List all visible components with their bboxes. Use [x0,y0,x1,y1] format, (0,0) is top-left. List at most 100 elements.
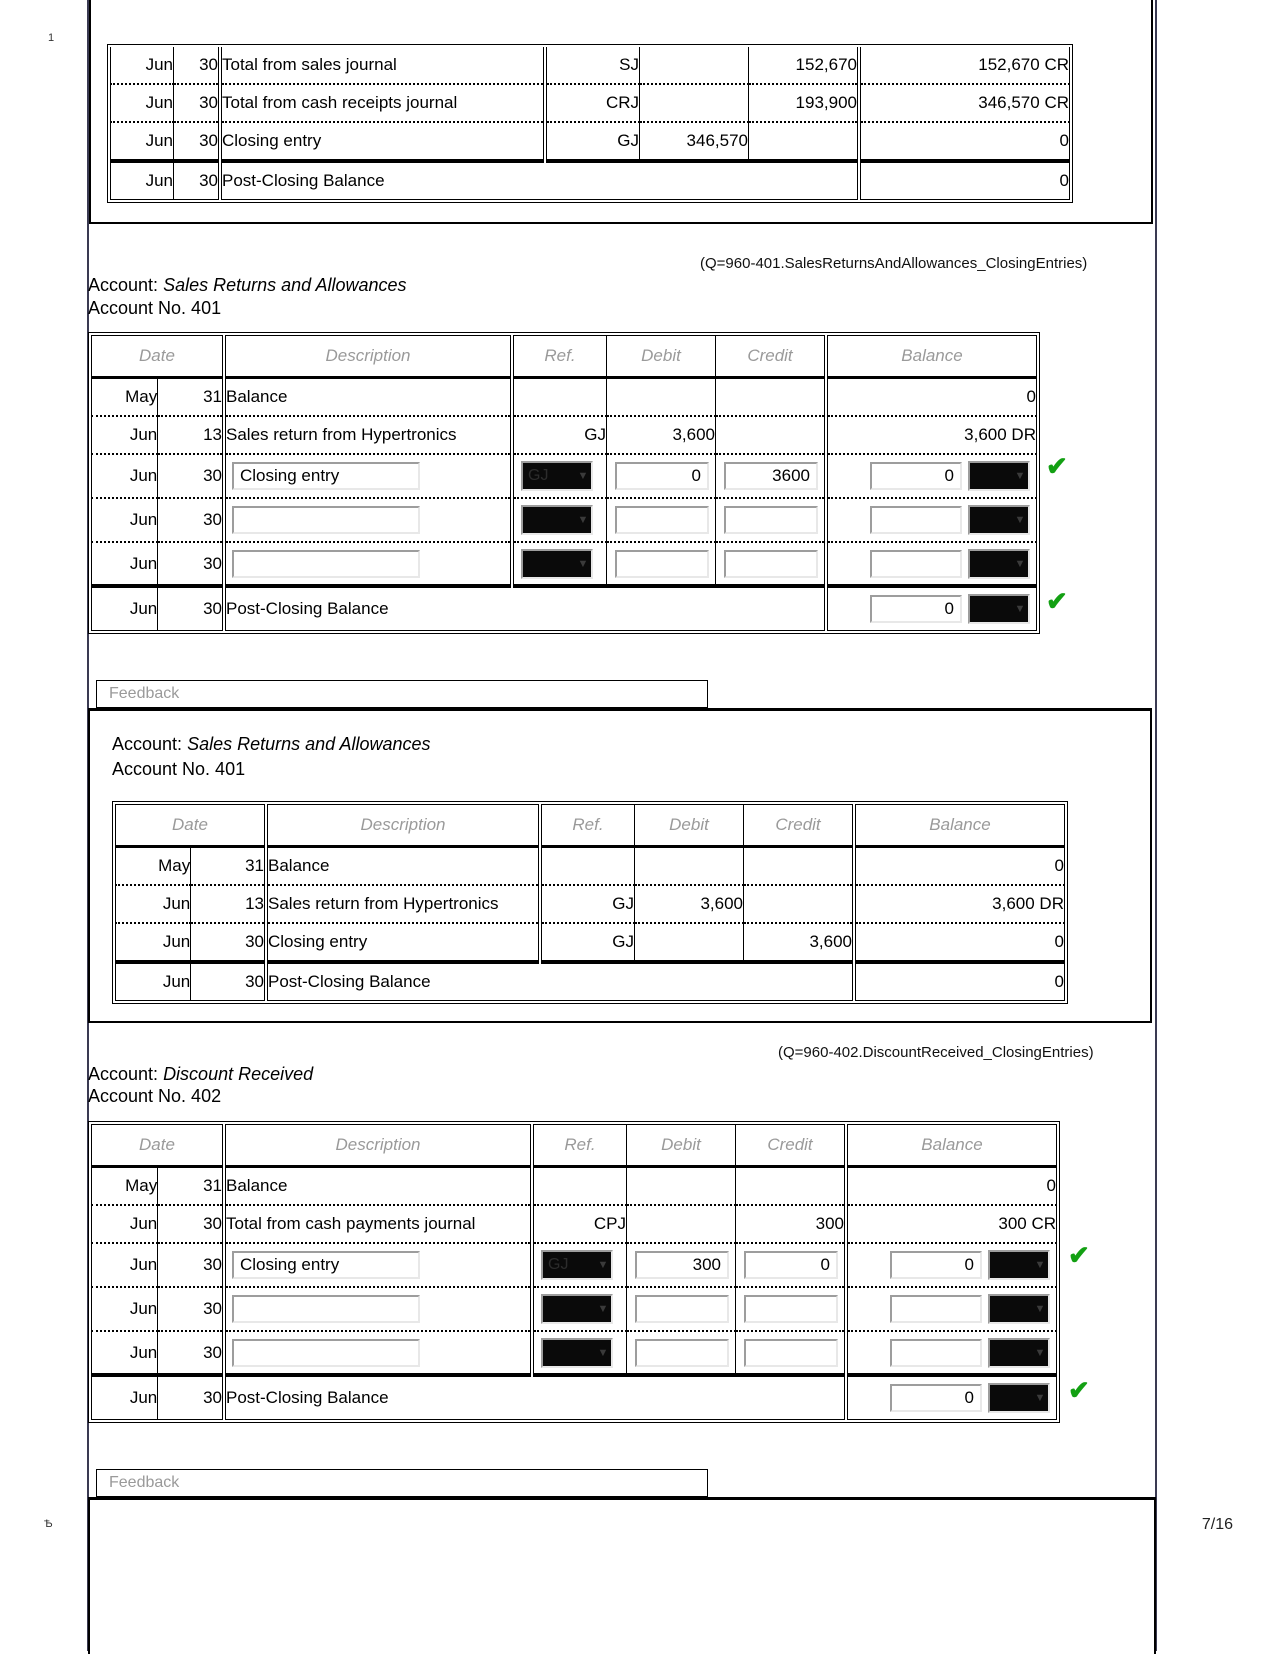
chevron-down-icon: ▼ [1014,470,1026,482]
column-header-date: Date [91,1124,225,1167]
cell-month: Jun [90,453,159,499]
description-input[interactable] [232,549,420,578]
cell-month: Jun [114,960,192,1001]
cell-debit [634,846,744,886]
cell-ref: GJ [538,884,635,924]
credit-input[interactable] [724,549,818,578]
page-right-margin-rule [1155,0,1157,1651]
cell-credit: 152,670 [748,47,860,85]
balance-type-dropdown[interactable]: ▼ [968,548,1030,579]
cell-debit: 3,600 [606,415,716,455]
account-name: Discount Received [163,1064,314,1084]
debit-input[interactable] [635,1338,729,1367]
description-input[interactable] [232,1295,420,1323]
credit-input[interactable] [724,506,818,534]
cell-day: 30 [173,47,221,85]
cell-month: Jun [90,415,159,455]
debit-input[interactable] [635,1251,729,1279]
balance-type-dropdown[interactable]: ▼ [968,461,1030,491]
feedback-tab-402[interactable]: Feedback [96,1469,708,1499]
balance-input[interactable] [890,1251,982,1279]
ref-dropdown[interactable]: GJ ▼ [541,1250,613,1280]
cell-credit: 193,900 [748,83,860,123]
debit-input[interactable] [615,462,709,490]
feedback-tab-401[interactable]: Feedback [96,680,708,710]
cell-month: Jun [114,884,192,924]
column-header-debit: Debit [606,335,716,378]
description-input[interactable] [232,506,420,534]
chevron-down-icon: ▼ [1034,1346,1046,1359]
table-row: Jun 13 Sales return from Hypertronics GJ… [90,415,1037,455]
cell-debit [606,377,716,417]
account-name: Sales Returns and Allowances [187,734,431,754]
account-label: Account: [112,734,183,754]
credit-input[interactable] [744,1251,838,1279]
column-header-date: Date [115,804,267,847]
ref-dropdown-value: GJ [548,1256,569,1273]
balance-input[interactable] [890,1295,982,1323]
credit-input[interactable] [744,1338,838,1367]
balance-type-dropdown[interactable]: ▼ [988,1294,1050,1324]
cell-credit [715,415,827,455]
ref-dropdown[interactable]: ▼ [541,1337,613,1368]
cell-credit [743,846,855,886]
balance-type-dropdown[interactable]: ▼ [988,1250,1050,1280]
ledger-table-401: Date Description Ref. Debit Credit Balan… [90,335,1037,631]
cell-balance: 0 [857,121,1070,162]
description-input[interactable] [232,462,420,490]
cell-ref [538,846,635,886]
ref-dropdown[interactable]: GJ ▼ [521,461,593,491]
ref-dropdown[interactable]: ▼ [541,1294,613,1324]
cell-balance: 0 [852,960,1065,1001]
cell-day: 30 [173,121,221,162]
cell-credit [748,121,860,162]
cell-ref: CPJ [530,1204,627,1244]
column-header-description: Description [222,1124,533,1167]
balance-type-dropdown[interactable]: ▼ [968,505,1030,535]
table-row-post-closing: Jun 30 Post-Closing Balance 0 [114,960,1065,1001]
page-indicator: 7/16 [1201,1516,1233,1533]
table-row-input: Jun 30 ▼ ▼ [90,497,1037,543]
cell-month: Jun [90,541,159,587]
credit-input[interactable] [724,462,818,490]
ref-dropdown[interactable]: ▼ [521,548,593,579]
debit-input[interactable] [615,506,709,534]
table-row-post-closing: Jun 30 Post-Closing Balance ▼ [90,1373,1057,1420]
post-closing-balance-type-dropdown[interactable]: ▼ [988,1382,1050,1413]
balance-type-dropdown[interactable]: ▼ [988,1337,1050,1368]
credit-input[interactable] [744,1295,838,1323]
cell-month: May [90,377,159,417]
cell-debit [639,83,749,123]
cell-day: 13 [157,415,225,455]
cell-day: 30 [190,960,267,1001]
post-closing-balance-input[interactable] [870,594,962,623]
debit-input[interactable] [635,1295,729,1323]
debit-input[interactable] [615,549,709,578]
balance-input[interactable] [870,549,962,578]
balance-input[interactable] [870,506,962,534]
margin-top-number: 1 [48,32,55,44]
account-name: Sales Returns and Allowances [163,275,407,295]
chevron-down-icon: ▼ [597,1259,609,1271]
description-input[interactable] [232,1251,420,1279]
post-closing-balance-input[interactable] [890,1383,982,1412]
balance-input[interactable] [890,1338,982,1367]
description-input[interactable] [232,1338,420,1367]
post-closing-balance-type-dropdown[interactable]: ▼ [968,593,1030,624]
table-header-row: Date Description Ref. Debit Credit Balan… [115,804,1065,847]
cell-month: Jun [90,1204,159,1244]
table-row-input: Jun 30 GJ ▼ [90,453,1037,499]
ref-dropdown[interactable]: ▼ [521,505,593,535]
correct-check-icon: ✔ [1068,1375,1090,1405]
balance-input[interactable] [870,462,962,490]
cell-description: Sales return from Hypertronics [264,884,541,924]
cell-credit [743,884,855,924]
table-row: May 31 Balance 0 [90,1166,1057,1206]
column-header-debit: Debit [634,804,744,847]
cell-ref: GJ [543,121,640,162]
ledger-table-402: Date Description Ref. Debit Credit Balan… [90,1124,1057,1420]
chevron-down-icon: ▼ [1014,602,1026,615]
cell-day: 30 [157,1242,225,1288]
ledger-frame-402: Date Description Ref. Debit Credit Balan… [88,1121,1060,1423]
chevron-down-icon: ▼ [1034,1259,1046,1271]
